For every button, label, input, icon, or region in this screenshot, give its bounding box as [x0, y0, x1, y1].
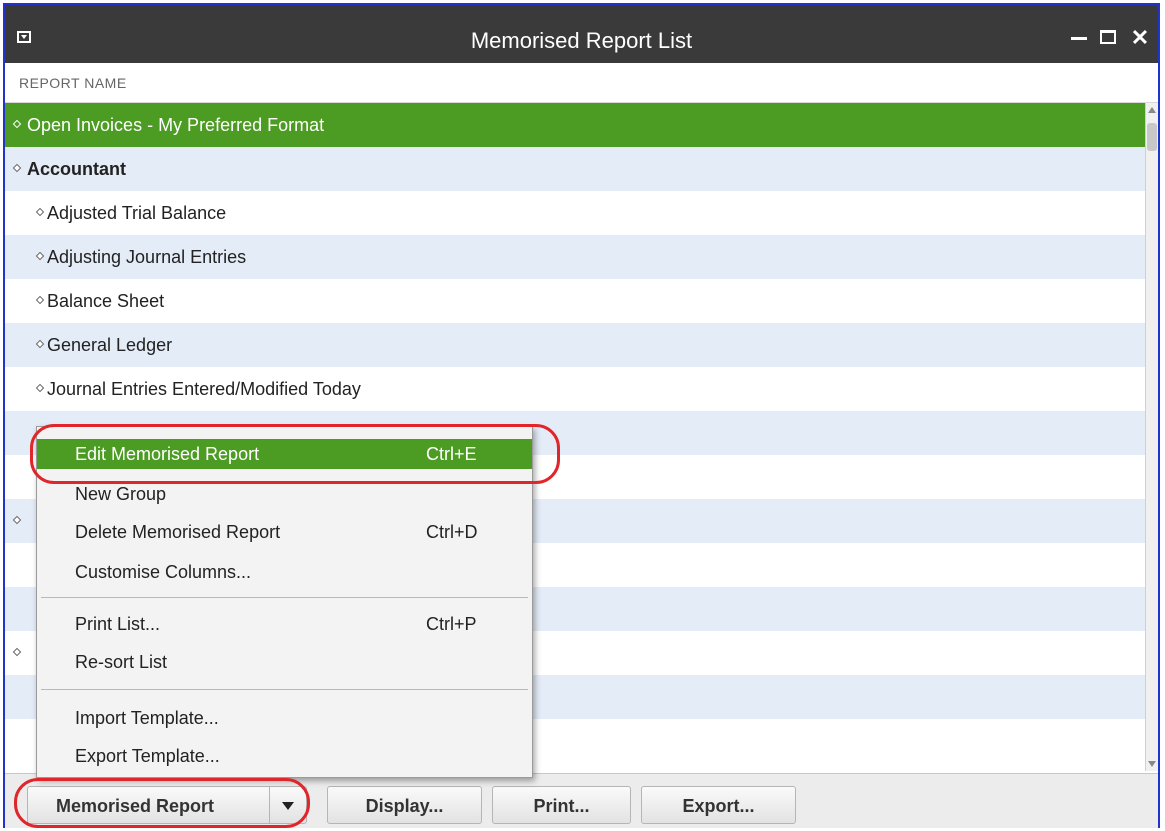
list-item[interactable]: Journal Entries Entered/Modified Today — [5, 367, 1145, 411]
scroll-up-icon[interactable] — [1148, 107, 1156, 113]
menu-item-label: Print List... — [75, 614, 161, 634]
list-item[interactable]: General Ledger — [5, 323, 1145, 367]
list-item-label: Open Invoices - My Preferred Format — [27, 115, 325, 135]
scroll-down-icon[interactable] — [1148, 761, 1156, 767]
list-item-label: Adjusted Trial Balance — [47, 203, 227, 223]
list-item[interactable]: Adjusting Journal Entries — [5, 235, 1145, 279]
menu-item-label: Customise Columns... — [75, 562, 252, 582]
annotation-highlight-edit — [30, 424, 560, 484]
export-button[interactable]: Export... — [641, 786, 796, 824]
menu-item-shortcut: Ctrl+P — [426, 614, 477, 634]
annotation-highlight-memorised-report — [14, 778, 310, 828]
vertical-scrollbar[interactable] — [1145, 103, 1158, 771]
diamond-bullet-icon — [35, 207, 45, 217]
list-group[interactable]: Accountant — [5, 147, 1145, 191]
list-item[interactable]: Balance Sheet — [5, 279, 1145, 323]
diamond-bullet-icon — [12, 515, 22, 525]
menu-separator — [41, 689, 528, 690]
menu-item-label: Export Template... — [75, 746, 220, 766]
list-item[interactable]: Adjusted Trial Balance — [5, 191, 1145, 235]
list-item[interactable]: Open Invoices - My Preferred Format — [5, 103, 1145, 147]
column-header-report-name[interactable]: REPORT NAME — [5, 63, 1158, 103]
diamond-bullet-icon — [35, 383, 45, 393]
menu-item-print-list[interactable]: Print List... Ctrl+P — [37, 609, 532, 639]
diamond-bullet-icon — [12, 647, 22, 657]
diamond-bullet-icon — [35, 295, 45, 305]
diamond-bullet-icon — [12, 119, 22, 129]
menu-item-import-template[interactable]: Import Template... — [37, 703, 532, 733]
menu-item-export-template[interactable]: Export Template... — [37, 741, 532, 771]
menu-item-shortcut: Ctrl+D — [426, 522, 478, 542]
title-bar[interactable]: Memorised Report List ✕ — [5, 5, 1158, 63]
window-title: Memorised Report List — [470, 28, 693, 53]
display-button[interactable]: Display... — [327, 786, 482, 824]
menu-item-delete-memorised-report[interactable]: Delete Memorised Report Ctrl+D — [37, 517, 532, 547]
list-item-label: Accountant — [27, 159, 126, 179]
diamond-bullet-icon — [35, 339, 45, 349]
menu-item-customise-columns[interactable]: Customise Columns... — [37, 557, 532, 587]
list-item-label: Balance Sheet — [47, 291, 165, 311]
minimize-icon[interactable] — [1067, 25, 1093, 51]
maximize-icon[interactable] — [1097, 25, 1123, 51]
menu-item-label: Delete Memorised Report — [75, 522, 281, 542]
menu-item-label: Re-sort List — [75, 652, 168, 672]
column-header-label: REPORT NAME — [19, 75, 127, 91]
menu-item-label: Import Template... — [75, 708, 219, 728]
list-item-label: Adjusting Journal Entries — [47, 247, 247, 267]
list-item-label: General Ledger — [47, 335, 173, 355]
scrollbar-thumb[interactable] — [1147, 123, 1157, 151]
print-button[interactable]: Print... — [492, 786, 631, 824]
close-icon[interactable]: ✕ — [1127, 25, 1153, 51]
list-item-label: Journal Entries Entered/Modified Today — [47, 379, 361, 399]
menu-item-re-sort-list[interactable]: Re-sort List — [37, 647, 532, 677]
diamond-bullet-icon — [35, 251, 45, 261]
diamond-bullet-icon — [12, 163, 22, 173]
menu-separator — [41, 597, 528, 598]
